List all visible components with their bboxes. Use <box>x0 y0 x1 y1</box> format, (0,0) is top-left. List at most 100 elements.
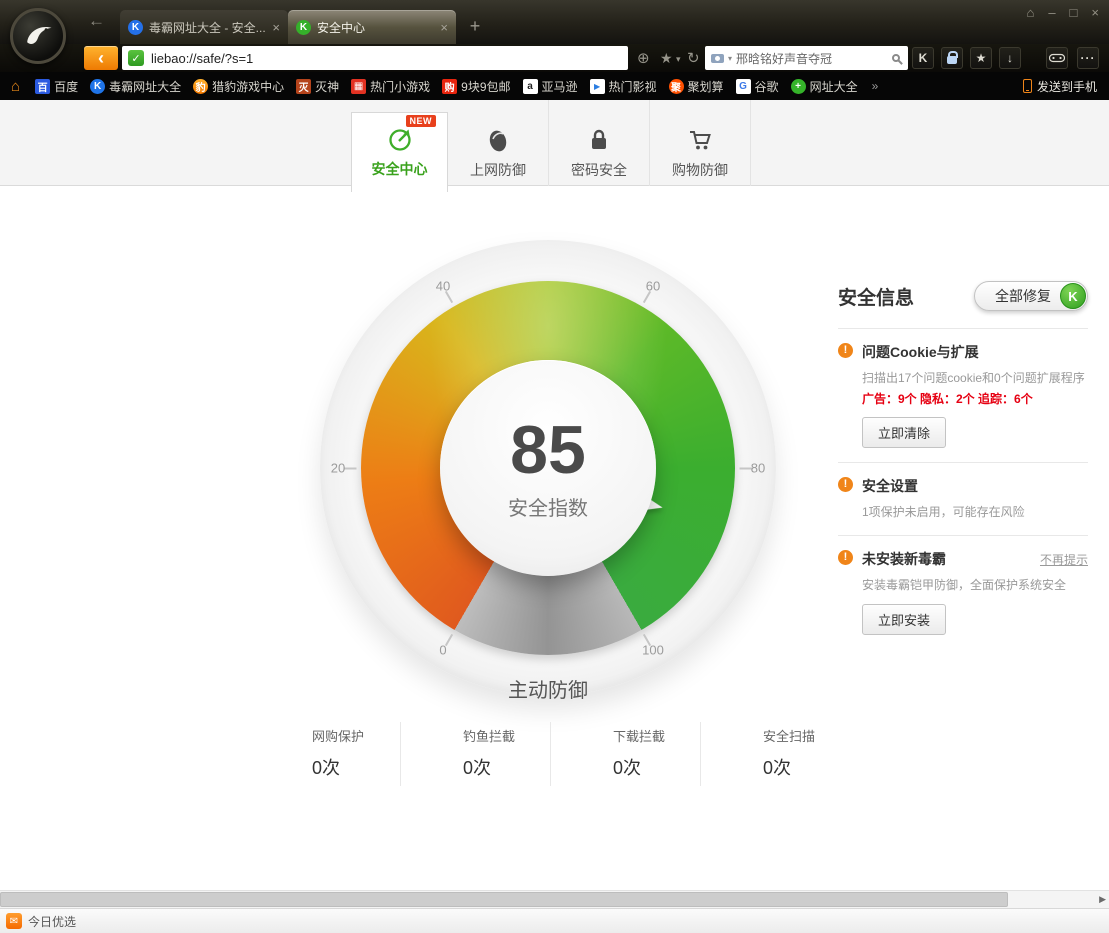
send-to-phone-button[interactable]: 发送到手机 <box>1013 72 1109 100</box>
browser-tab-safe-center[interactable]: K 安全中心 × <box>288 10 456 44</box>
gauge-tick-label: 40 <box>436 279 450 294</box>
bookmark-game-center[interactable]: 豹 猎豹游戏中心 <box>187 78 290 95</box>
gauge-tick-label: 100 <box>642 643 664 658</box>
download-button[interactable]: ↓ <box>999 47 1021 69</box>
egg-shield-icon <box>487 127 509 153</box>
issue-description: 扫描出17个问题cookie和0个问题扩展程序 <box>862 369 1088 387</box>
bookmark-9kuai9[interactable]: 购 9块9包邮 <box>436 78 516 95</box>
close-button[interactable]: × <box>1091 5 1099 20</box>
globe-icon[interactable]: ⊕ <box>637 49 650 67</box>
bookmark-caret-icon[interactable]: ▾ <box>676 54 681 65</box>
bookmark-google[interactable]: G 谷歌 <box>730 78 785 95</box>
stat-label: 网购保护 <box>312 726 400 745</box>
clean-now-button[interactable]: 立即清除 <box>862 417 946 448</box>
bookmark-amazon[interactable]: a 亚马逊 <box>517 78 584 95</box>
fix-all-button[interactable]: 全部修复 K <box>974 281 1088 311</box>
titlebar: ← K 毒霸网址大全 - 安全... × K 安全中心 × + ⌂ – □ × <box>0 0 1109 44</box>
tab-close-icon[interactable]: × <box>272 20 280 35</box>
camera-search-icon[interactable] <box>711 54 724 63</box>
gamepad-icon <box>1049 53 1065 63</box>
liebao-browser-logo-icon[interactable] <box>10 8 66 64</box>
new-tab-button[interactable]: + <box>462 16 488 37</box>
security-score-label: 安全指数 <box>508 492 588 521</box>
today-picks-label[interactable]: 今日优选 <box>28 913 76 930</box>
issue-title: 问题Cookie与扩展 <box>862 342 979 362</box>
bookmark-movies[interactable]: ▶ 热门影视 <box>584 78 663 95</box>
bookmark-juhuasuan[interactable]: 聚 聚划算 <box>663 78 730 95</box>
maximize-button[interactable]: □ <box>1070 5 1078 20</box>
stat-download-block: 下载拦截 0次 <box>550 722 700 786</box>
bookmark-baidu[interactable]: 百 百度 <box>29 78 84 95</box>
titlebar-back-icon[interactable]: ← <box>88 11 105 31</box>
more-menu-button[interactable]: ··· <box>1077 47 1099 69</box>
tab-close-icon[interactable]: × <box>440 20 448 35</box>
shopping-cart-icon <box>687 127 713 153</box>
fix-all-label: 全部修复 <box>995 286 1051 306</box>
today-picks-icon[interactable]: ✉ <box>6 913 22 929</box>
phone-icon <box>1023 79 1032 93</box>
bookmark-star-icon[interactable]: ★ <box>660 50 673 67</box>
scroll-right-arrow-icon[interactable]: ▶ <box>1099 894 1106 905</box>
bookmark-label: 网址大全 <box>810 78 858 95</box>
tab-title: 毒霸网址大全 - 安全... <box>149 19 266 36</box>
bookmark-mieshen[interactable]: 灭 灭神 <box>290 78 345 95</box>
search-bar[interactable]: ▾ <box>705 46 908 70</box>
tab-label: 密码安全 <box>571 160 627 180</box>
home-icon[interactable]: ⌂ <box>2 78 29 95</box>
mini-games-favicon-icon: ▦ <box>351 79 366 94</box>
issue-title: 安全设置 <box>862 476 918 496</box>
stat-value: 0次 <box>312 754 400 780</box>
horizontal-scrollbar[interactable]: ▶ <box>0 890 1109 908</box>
search-magnifier-icon[interactable] <box>892 54 900 62</box>
bookmark-duba[interactable]: K 毒霸网址大全 <box>84 78 187 95</box>
lock-icon <box>947 56 957 64</box>
security-score: 85 <box>510 416 586 484</box>
tab-label: 安全中心 <box>372 159 428 179</box>
toolbar: ‹ ✓ ⊕ ★ ▾ ↻ ▾ K ★ ↓ ··· <box>0 44 1109 72</box>
install-now-button[interactable]: 立即安装 <box>862 604 946 635</box>
address-bar[interactable]: ✓ <box>122 46 628 70</box>
tab-safe-center[interactable]: NEW 安全中心 <box>351 112 448 192</box>
game-center-favicon-icon: 豹 <box>193 79 208 94</box>
tab-password-safety[interactable]: 密码安全 <box>549 100 650 186</box>
duba-favicon-icon: K <box>128 20 143 35</box>
search-input[interactable] <box>736 51 888 65</box>
bookmark-label: 猎豹游戏中心 <box>212 78 284 95</box>
bookmark-label: 灭神 <box>315 78 339 95</box>
browser-tab-duba[interactable]: K 毒霸网址大全 - 安全... × <box>120 10 288 44</box>
bookmarks-bar: ⌂ 百 百度 K 毒霸网址大全 豹 猎豹游戏中心 灭 灭神 ▦ 热门小游戏 购 … <box>0 72 1109 100</box>
games-button[interactable] <box>1046 47 1068 69</box>
gauge-tick-mark <box>344 468 357 470</box>
safe-center-favicon-icon: K <box>296 20 311 35</box>
tab-label: 购物防御 <box>672 160 728 180</box>
bookmarks-overflow-chevron[interactable]: » <box>864 79 887 93</box>
safe-center-content: 85 安全指数 0 20 40 60 80 100 主动防御 网购保护 0次 <box>0 186 1109 890</box>
address-input[interactable] <box>151 51 622 66</box>
favorites-button[interactable]: ★ <box>970 47 992 69</box>
tab-web-defense[interactable]: 上网防御 <box>448 100 549 186</box>
security-info-header: 安全信息 全部修复 K <box>838 281 1088 311</box>
bookmark-site-list[interactable]: + 网址大全 <box>785 78 864 95</box>
back-button[interactable]: ‹ <box>84 46 118 70</box>
minimize-button[interactable]: – <box>1048 5 1055 20</box>
dont-remind-link[interactable]: 不再提示 <box>1040 551 1088 568</box>
stat-value: 0次 <box>763 754 850 780</box>
movies-favicon-icon: ▶ <box>590 79 605 94</box>
scrollbar-thumb[interactable] <box>0 892 1008 907</box>
security-info-title: 安全信息 <box>838 283 914 310</box>
status-bar: ✉ 今日优选 <box>0 908 1109 933</box>
kingsoft-k-button[interactable]: K <box>912 47 934 69</box>
lock-button[interactable] <box>941 47 963 69</box>
stat-phishing-block: 钓鱼拦截 0次 <box>400 722 550 786</box>
browser-window: ← K 毒霸网址大全 - 安全... × K 安全中心 × + ⌂ – □ × … <box>0 0 1109 933</box>
gauge-tick-label: 60 <box>646 279 660 294</box>
skin-button[interactable]: ⌂ <box>1026 5 1034 20</box>
tab-shopping-defense[interactable]: 购物防御 <box>650 100 751 186</box>
bookmark-label: 9块9包邮 <box>461 78 510 95</box>
bookmark-label: 谷歌 <box>755 78 779 95</box>
refresh-icon[interactable]: ↻ <box>687 49 700 67</box>
bookmark-mini-games[interactable]: ▦ 热门小游戏 <box>345 78 436 95</box>
search-caret-icon[interactable]: ▾ <box>728 54 732 63</box>
stat-label: 下载拦截 <box>613 726 700 745</box>
send-to-phone-label: 发送到手机 <box>1037 78 1097 95</box>
